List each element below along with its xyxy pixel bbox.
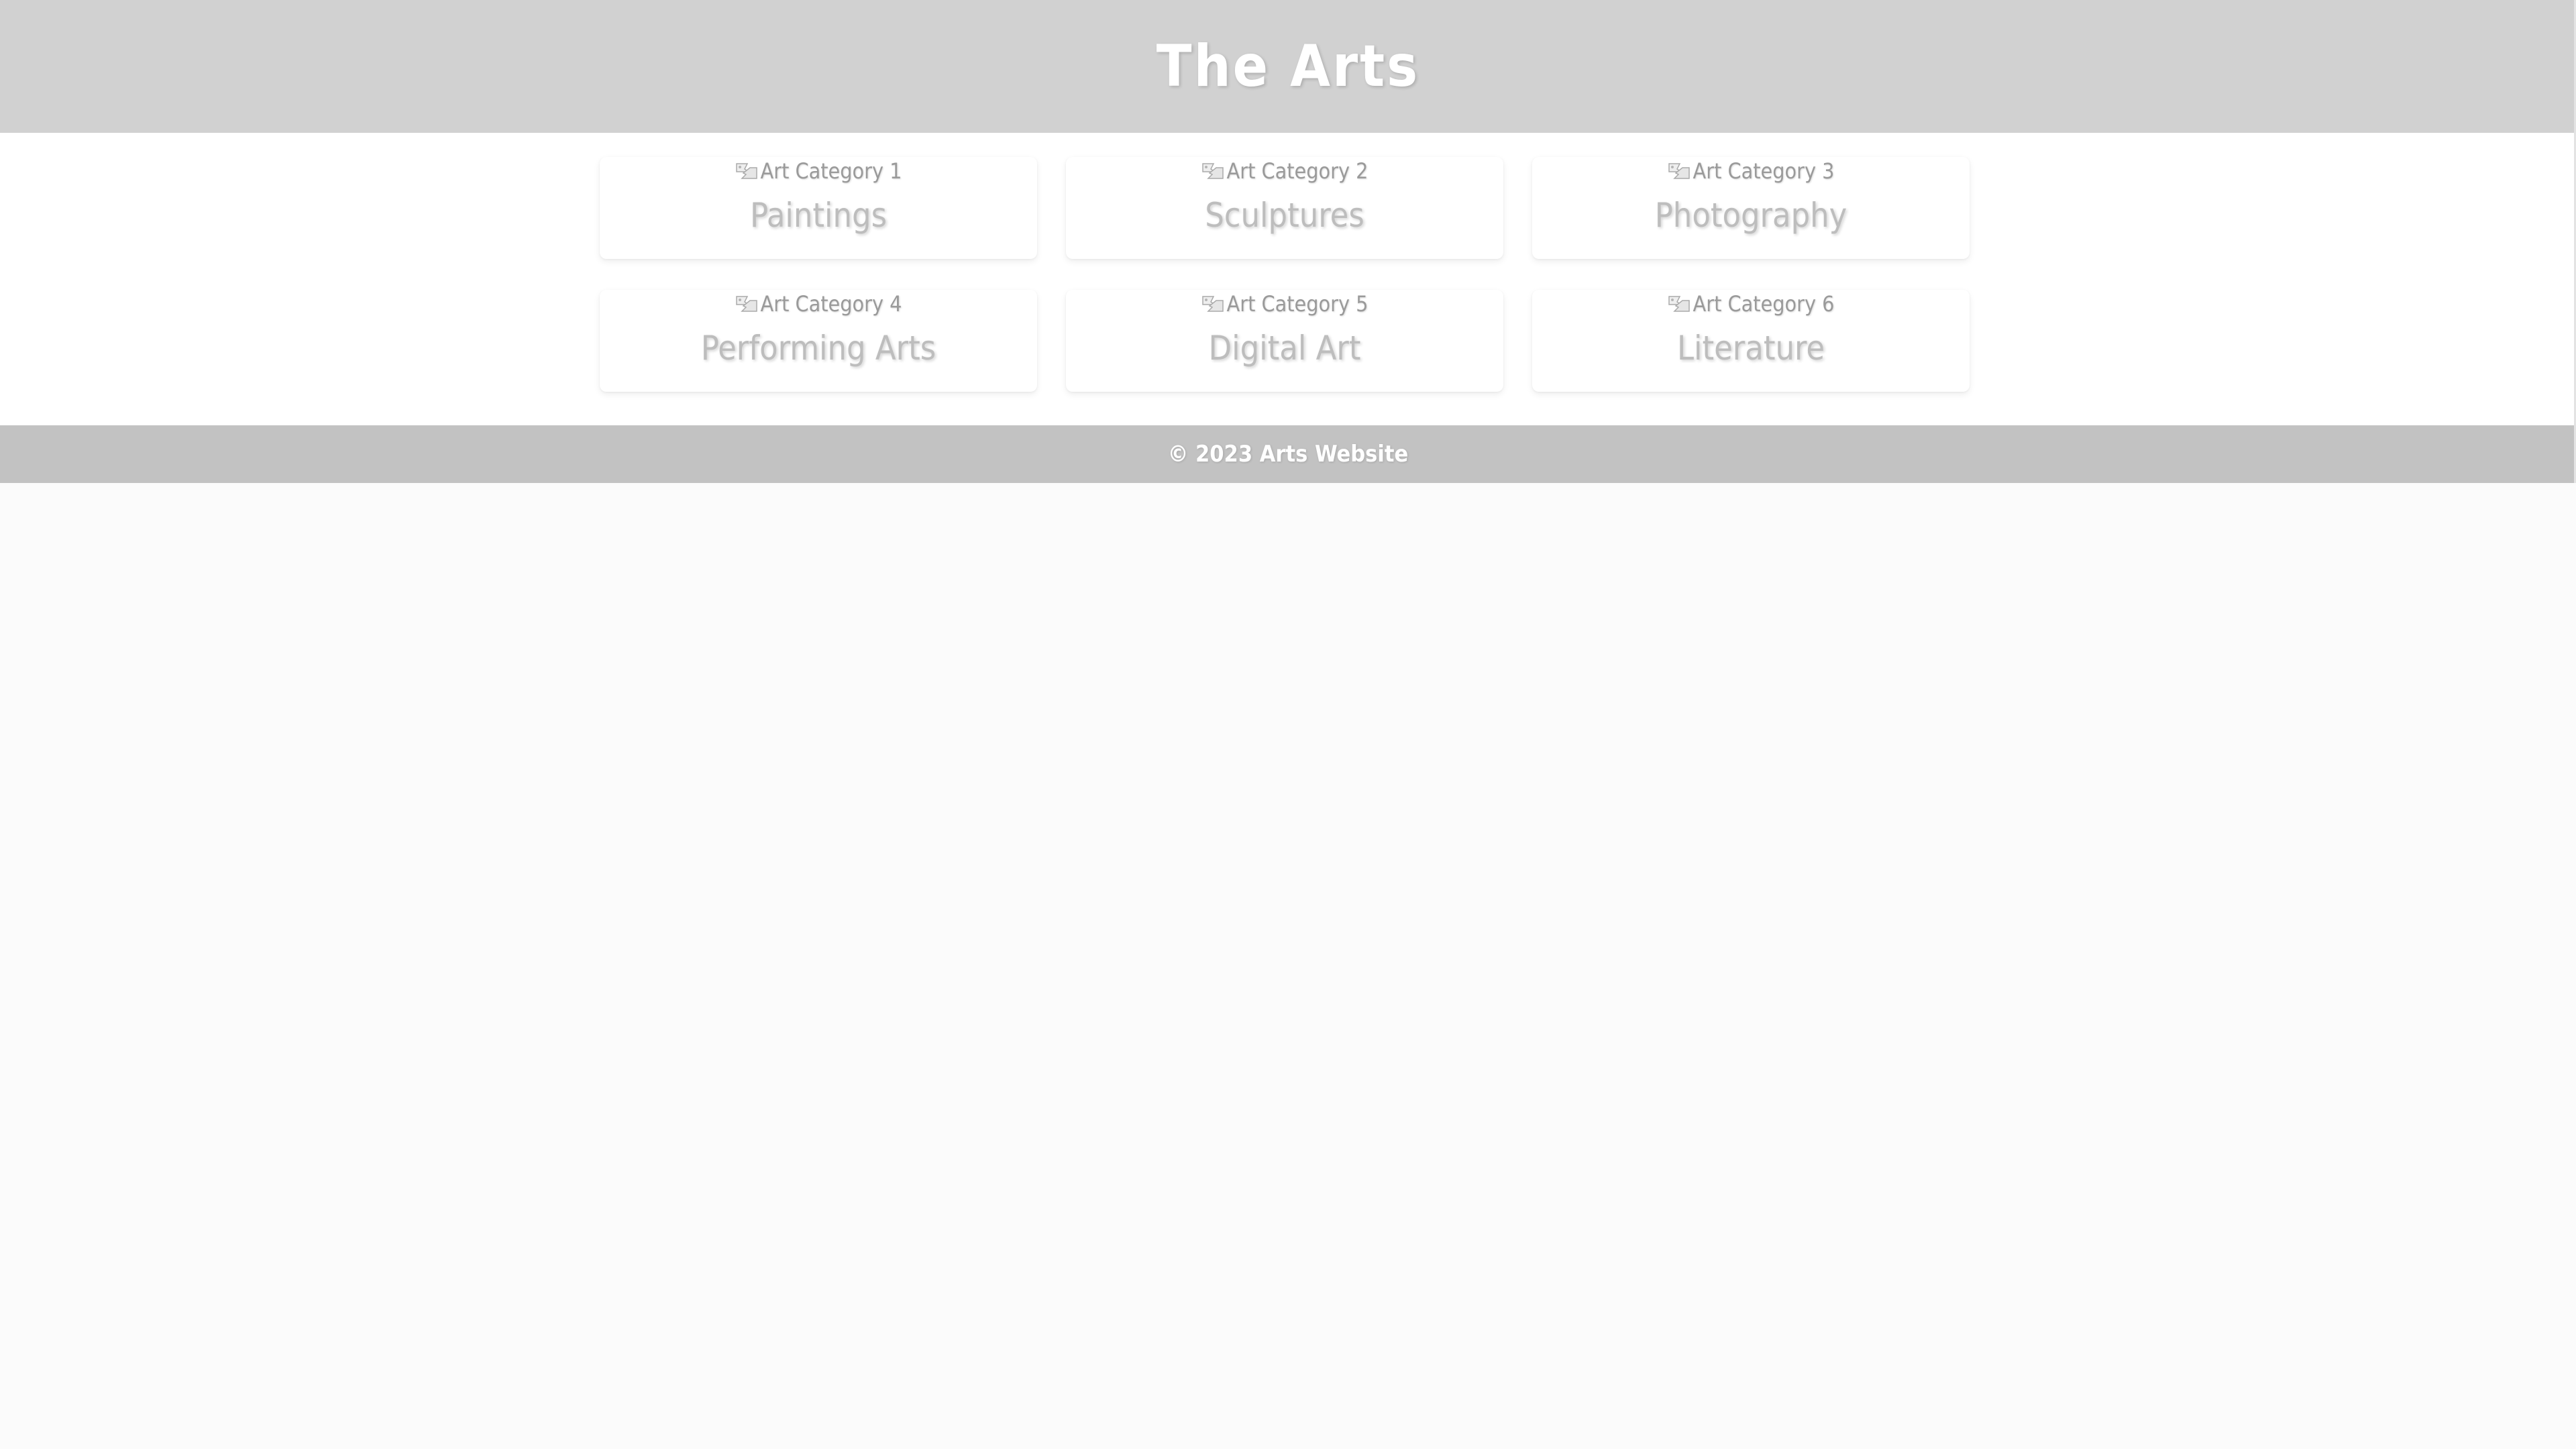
site-header: The Arts [0,0,2576,133]
page: The Arts Art Category 1 Paintings Art Ca [0,0,2576,1449]
category-card-digital-art[interactable]: Art Category 5 Digital Art [1066,290,1503,392]
category-title: Literature [1676,329,1825,368]
category-title: Paintings [749,196,888,235]
site-title: The Arts [1156,33,1420,100]
broken-image-icon [1668,161,1690,181]
category-image: Art Category 3 [1532,158,1970,184]
category-card-photography[interactable]: Art Category 3 Photography [1532,157,1970,259]
category-image: Art Category 2 [1066,158,1503,184]
main-content: Art Category 1 Paintings Art Category 2 … [0,133,2576,425]
broken-image-icon [735,294,758,314]
category-image: Art Category 4 [600,291,1037,317]
category-title: Performing Arts [700,329,936,368]
category-grid: Art Category 1 Paintings Art Category 2 … [600,157,1975,392]
category-image-alt: Art Category 5 [1226,291,1368,317]
category-image-alt: Art Category 1 [760,158,902,184]
category-card-sculptures[interactable]: Art Category 2 Sculptures [1066,157,1503,259]
category-image-alt: Art Category 3 [1693,158,1835,184]
category-image: Art Category 6 [1532,291,1970,317]
broken-image-icon [735,161,758,181]
category-image-alt: Art Category 2 [1226,158,1368,184]
category-image: Art Category 1 [600,158,1037,184]
category-card-performing-arts[interactable]: Art Category 4 Performing Arts [600,290,1037,392]
category-image-alt: Art Category 4 [760,291,902,317]
category-title: Digital Art [1208,329,1361,368]
category-card-literature[interactable]: Art Category 6 Literature [1532,290,1970,392]
category-title: Photography [1654,196,1847,235]
category-title: Sculptures [1205,196,1364,235]
broken-image-icon [1668,294,1690,314]
site-footer: © 2023 Arts Website [0,425,2576,483]
broken-image-icon [1201,294,1224,314]
copyright-text: © 2023 Arts Website [1167,441,1409,468]
broken-image-icon [1201,161,1224,181]
category-image: Art Category 5 [1066,291,1503,317]
category-image-alt: Art Category 6 [1693,291,1835,317]
category-card-paintings[interactable]: Art Category 1 Paintings [600,157,1037,259]
